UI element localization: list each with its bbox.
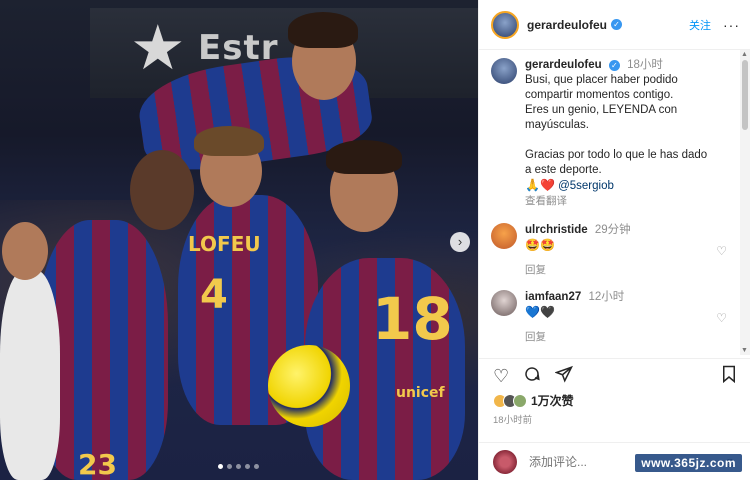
player-head (130, 150, 194, 230)
scroll-down-icon[interactable]: ▼ (741, 347, 748, 354)
watermark: www.365jz.com (635, 454, 742, 472)
caption-line: Busi, que placer haber podido (525, 74, 678, 86)
avatar[interactable] (491, 290, 517, 316)
post-header: gerardeulofeu ✓ 关注 ··· (479, 0, 750, 50)
football (268, 345, 350, 427)
likes-summary[interactable]: 1万次赞 (493, 392, 574, 409)
caption-emoji: 🙏❤️ (525, 178, 555, 192)
caption-line: Eres un genio, LEYENDA con (525, 104, 678, 116)
shirt-sponsor: unicef (396, 385, 445, 401)
carousel-dot (236, 464, 241, 469)
comment-username[interactable]: iamfaan27 (525, 291, 581, 303)
comment-username[interactable]: ulrchristide (525, 224, 588, 236)
comment-item: ulrchristide 29分钟 🤩🤩 回复 ♡ (491, 223, 727, 278)
comment-icon[interactable] (523, 365, 541, 388)
mention-link[interactable]: @5sergiob (558, 180, 614, 192)
carousel-dot (227, 464, 232, 469)
shirt-number: 4 (200, 272, 228, 318)
comment-time: 12小时 (588, 291, 625, 303)
avatar (493, 449, 517, 474)
action-bar: ♡ (479, 358, 750, 394)
caption-line: compartir momentos contigo. (525, 89, 674, 101)
player-hair (194, 126, 264, 156)
like-comment-icon[interactable]: ♡ (716, 311, 727, 325)
carousel-dots (218, 464, 259, 469)
caption-line: a este deporte. (525, 164, 602, 176)
avatar[interactable] (491, 58, 517, 84)
header-username[interactable]: gerardeulofeu (527, 18, 607, 32)
carousel-dot (245, 464, 250, 469)
comment-text: 🤩🤩 (525, 238, 555, 252)
chevron-right-icon[interactable]: › (450, 232, 470, 252)
player-head (2, 222, 48, 280)
comment-input[interactable] (529, 454, 629, 469)
more-options-icon[interactable]: ··· (723, 17, 740, 33)
reply-button[interactable]: 回复 (525, 263, 716, 278)
avatar[interactable] (491, 10, 519, 39)
player-background (0, 270, 60, 480)
comments-scrollbar[interactable]: ▲ ▼ (740, 50, 750, 355)
follow-button[interactable]: 关注 (689, 17, 711, 33)
caption: gerardeulofeu ✓ 18小时 Busi, que placer ha… (491, 58, 727, 209)
reply-button[interactable]: 回复 (525, 330, 716, 345)
verified-icon: ✓ (611, 19, 623, 30)
player-hair (326, 140, 402, 174)
caption-line: Gracias por todo lo que le has dado (525, 149, 708, 161)
star-icon: ★ (130, 14, 186, 83)
like-icon[interactable]: ♡ (493, 366, 509, 387)
post-photo[interactable]: ★ Estr LOFEU 4 23 18 unicef › (0, 0, 478, 480)
bookmark-icon[interactable] (721, 365, 737, 388)
shirt-number: 23 (78, 448, 117, 480)
share-icon[interactable] (554, 365, 574, 388)
likes-count[interactable]: 1万次赞 (531, 392, 574, 409)
verified-icon: ✓ (608, 60, 620, 71)
comment-time: 29分钟 (594, 224, 631, 236)
like-comment-icon[interactable]: ♡ (716, 244, 727, 258)
carousel-dot (254, 464, 259, 469)
carousel-dot (218, 464, 223, 469)
translate-link[interactable]: 查看翻译 (525, 194, 727, 209)
scrollbar-thumb[interactable] (742, 60, 748, 130)
caption-username[interactable]: gerardeulofeu (525, 59, 602, 71)
post-time: 18小时前 (493, 415, 533, 426)
liker-avatar (513, 393, 527, 408)
shirt-name: LOFEU (188, 232, 261, 256)
avatar[interactable] (491, 223, 517, 249)
comments-list[interactable]: gerardeulofeu ✓ 18小时 Busi, que placer ha… (479, 50, 739, 355)
caption-line: mayúsculas. (525, 119, 589, 131)
comment-text: 💙🖤 (525, 305, 555, 319)
post-sidebar: gerardeulofeu ✓ 关注 ··· gerardeulofeu ✓ 1… (478, 0, 750, 480)
comment-item: iamfaan27 12小时 💙🖤 回复 ♡ (491, 290, 727, 345)
player-hair (288, 12, 358, 48)
caption-time: 18小时 (627, 59, 663, 71)
scroll-up-icon[interactable]: ▲ (741, 51, 748, 58)
shirt-number: 18 (372, 285, 453, 353)
